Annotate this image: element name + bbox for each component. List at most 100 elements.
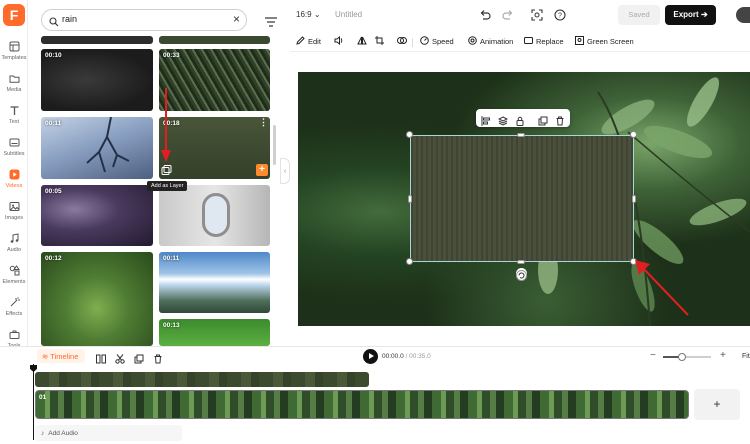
aspect-ratio-select[interactable]: 16:9 ⌄	[296, 10, 321, 19]
side-handle[interactable]	[517, 133, 525, 137]
resize-handle[interactable]	[630, 131, 637, 138]
resize-handle[interactable]	[406, 258, 413, 265]
zoom-in-button[interactable]: +	[720, 350, 726, 361]
timeline-tab[interactable]: ≋ Timeline	[37, 349, 85, 363]
rail-item-elements[interactable]: Elements	[0, 262, 28, 292]
saved-button[interactable]: Saved	[618, 5, 660, 25]
video-icon	[8, 168, 20, 180]
side-handle[interactable]	[517, 260, 525, 264]
duplicate-icon[interactable]	[538, 113, 548, 131]
speed-icon	[420, 36, 429, 47]
video-thumbnail[interactable]: 00:33	[159, 49, 270, 111]
zoom-out-button[interactable]: −	[650, 350, 656, 361]
add-video-button[interactable]: +	[256, 164, 268, 176]
video-thumbnail-hovered[interactable]: 00:18	[159, 117, 270, 179]
trash-icon[interactable]	[555, 113, 565, 131]
video-thumbnail[interactable]	[41, 36, 153, 44]
resize-handle[interactable]	[406, 131, 413, 138]
brand-logo[interactable]: F	[3, 4, 25, 26]
time-readout: 00:00.0 / 00:35.0	[382, 353, 431, 360]
adjust-button[interactable]	[397, 36, 410, 47]
video-thumbnail[interactable]: 00:11	[159, 252, 270, 313]
video-thumbnail[interactable]: 00:12	[41, 252, 153, 346]
project-title[interactable]: Untitled	[335, 10, 362, 19]
video-duration: 00:11	[45, 120, 62, 127]
undo-icon[interactable]	[479, 8, 491, 26]
side-handle[interactable]	[632, 195, 636, 203]
main-track-clip[interactable]	[35, 390, 689, 419]
video-thumbnail[interactable]	[159, 36, 270, 44]
crop-button[interactable]	[375, 36, 387, 47]
add-audio-button[interactable]: ♪ Add Audio	[35, 425, 182, 441]
close-icon[interactable]: ×	[233, 12, 240, 26]
rail-label: Images	[4, 215, 24, 221]
video-thumbnail[interactable]: 00:13	[159, 319, 270, 346]
svg-text:?: ?	[558, 13, 562, 20]
arrow-right-icon: ➔	[700, 10, 708, 19]
rail-label: Videos	[5, 183, 23, 189]
rail-item-subtitles[interactable]: Subtitles	[0, 134, 28, 164]
export-button[interactable]: Export ➔	[665, 5, 716, 25]
video-duration: 00:12	[45, 255, 62, 262]
lock-icon[interactable]	[515, 113, 525, 131]
volume-button[interactable]	[334, 35, 347, 47]
help-icon[interactable]: ?	[554, 8, 566, 26]
side-handle[interactable]	[408, 195, 412, 203]
rail-label: Templates	[1, 55, 27, 61]
tooltip: Add as Layer	[147, 181, 188, 191]
rail-item-videos[interactable]: Videos	[0, 166, 28, 196]
rail-item-effects[interactable]: Effects	[0, 294, 28, 324]
rail-item-images[interactable]: Images	[0, 198, 28, 228]
green-screen-button[interactable]: Green Screen	[575, 36, 634, 47]
replace-button[interactable]: Replace	[524, 36, 564, 47]
video-thumbnail[interactable]	[159, 185, 270, 246]
fit-screen-icon[interactable]	[531, 8, 543, 26]
chevron-down-icon: ⌄	[313, 10, 321, 19]
speed-label: Speed	[432, 37, 454, 46]
layers-icon[interactable]	[497, 113, 509, 131]
overlay-track-clip[interactable]	[35, 372, 369, 387]
layer-toolbar	[476, 109, 570, 127]
timeline-icon: ≋	[42, 351, 49, 361]
music-note-icon: ♪	[41, 429, 45, 437]
zoom-slider-handle[interactable]	[678, 353, 687, 361]
video-thumbnail[interactable]: 00:10	[41, 49, 153, 111]
speed-button[interactable]: Speed	[420, 36, 454, 47]
video-duration: 00:11	[163, 255, 180, 262]
music-icon	[8, 232, 20, 244]
rail-label: Elements	[2, 279, 26, 285]
playhead[interactable]	[33, 364, 34, 440]
collapse-panel-button[interactable]: ‹	[280, 158, 290, 184]
add-clip-button[interactable]: +	[694, 389, 740, 420]
redo-icon[interactable]	[502, 8, 514, 26]
align-icon[interactable]	[481, 113, 491, 131]
panel-scrollbar[interactable]	[273, 125, 276, 165]
edit-button[interactable]: Edit	[296, 36, 321, 47]
play-button[interactable]	[363, 349, 378, 364]
overlay-video-layer[interactable]	[410, 135, 634, 262]
search-icon	[49, 14, 59, 32]
airplane-window-graphic	[202, 193, 230, 237]
subtitles-icon	[8, 136, 20, 148]
search-query: rain	[62, 14, 78, 24]
fit-timeline-button[interactable]: Fit	[742, 353, 750, 360]
rail-item-templates[interactable]: Templates	[0, 38, 28, 68]
rail-item-media[interactable]: Media	[0, 70, 28, 100]
crop-icon	[375, 36, 384, 47]
filter-icon[interactable]	[265, 14, 277, 32]
animation-button[interactable]: Animation	[468, 36, 513, 47]
search-input[interactable]: rain ×	[41, 9, 247, 31]
left-rail: F Templates Media Text Subtitles Videos …	[0, 0, 28, 349]
toolbar-divider	[412, 38, 413, 47]
video-thumbnail[interactable]: 00:11	[41, 117, 153, 179]
export-label: Export	[673, 10, 699, 19]
rotate-icon[interactable]	[516, 268, 527, 281]
more-options-icon[interactable]: ⋮	[259, 118, 268, 127]
videos-panel: rain × 00:10 00:33 00:11 00:18 00:05 00:…	[29, 0, 281, 346]
elements-icon	[8, 264, 20, 276]
rail-item-audio[interactable]: Audio	[0, 230, 28, 260]
video-thumbnail[interactable]: 00:05	[41, 185, 153, 246]
rail-item-text[interactable]: Text	[0, 102, 28, 132]
flip-button[interactable]	[357, 36, 370, 47]
avatar[interactable]	[736, 7, 750, 23]
